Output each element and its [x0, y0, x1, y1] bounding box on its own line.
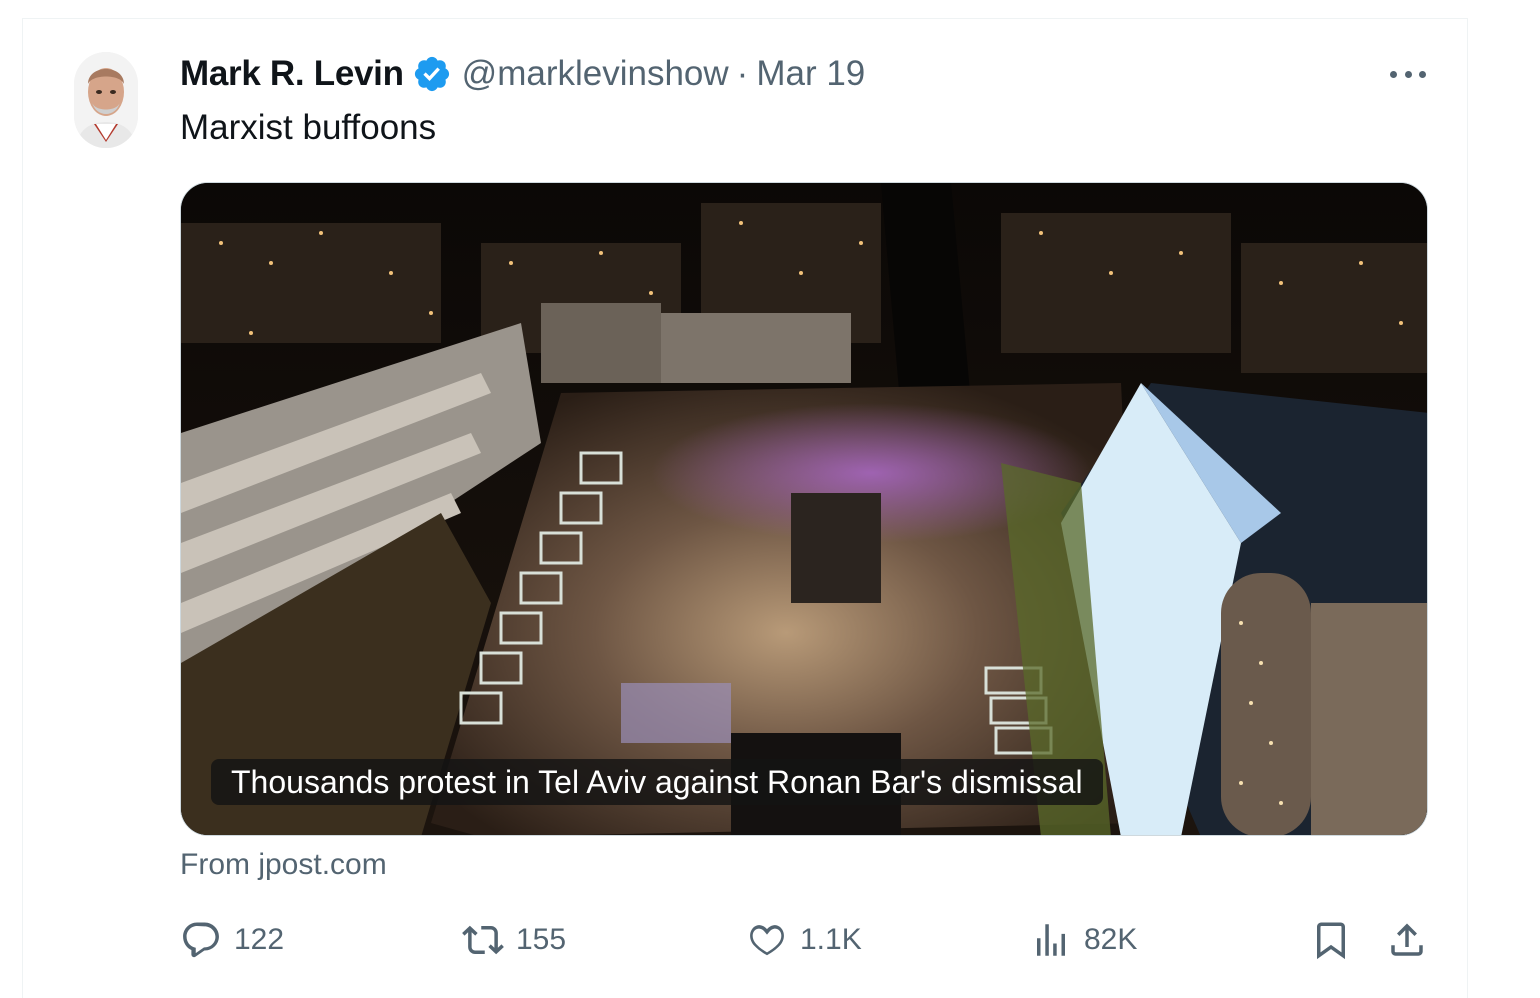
tweet-header: Mark R. Levin @marklevinshow · Mar 19: [180, 52, 865, 96]
reply-count: 122: [234, 923, 285, 956]
protest-photo: [181, 183, 1427, 835]
repost-count: 155: [516, 923, 567, 956]
tweet-date[interactable]: Mar 19: [756, 54, 865, 94]
like-count: 1.1K: [800, 923, 862, 956]
like-icon: [750, 925, 784, 956]
reply-icon: [183, 922, 219, 958]
author-name[interactable]: Mark R. Levin: [180, 54, 404, 94]
separator-dot: ·: [736, 54, 749, 93]
reply-button[interactable]: 122: [180, 914, 284, 966]
repost-button[interactable]: 155: [462, 914, 566, 966]
share-button[interactable]: [1386, 914, 1428, 966]
share-icon: [1391, 923, 1423, 956]
like-button[interactable]: 1.1K: [746, 914, 862, 966]
views-button[interactable]: 82K: [1030, 914, 1137, 966]
media-card[interactable]: Thousands protest in Tel Aviv against Ro…: [180, 182, 1428, 836]
repost-icon: [462, 925, 504, 955]
more-dot: [1390, 70, 1397, 78]
verified-badge-icon: [414, 56, 449, 92]
tweet-text: Marxist buffoons: [180, 108, 437, 147]
media-caption: Thousands protest in Tel Aviv against Ro…: [211, 759, 1103, 805]
action-bar: 122 155 1.1K 82K: [180, 914, 1430, 966]
more-icon[interactable]: [1386, 60, 1430, 88]
views-count: 82K: [1084, 923, 1138, 956]
more-dot: [1419, 70, 1426, 78]
bookmark-icon: [1317, 922, 1345, 960]
author-handle[interactable]: @marklevinshow: [462, 54, 729, 94]
bookmark-button[interactable]: [1310, 914, 1352, 966]
avatar[interactable]: [74, 52, 138, 148]
views-icon: [1037, 924, 1065, 956]
more-dot: [1404, 70, 1412, 78]
media-source-link[interactable]: From jpost.com: [180, 848, 387, 882]
